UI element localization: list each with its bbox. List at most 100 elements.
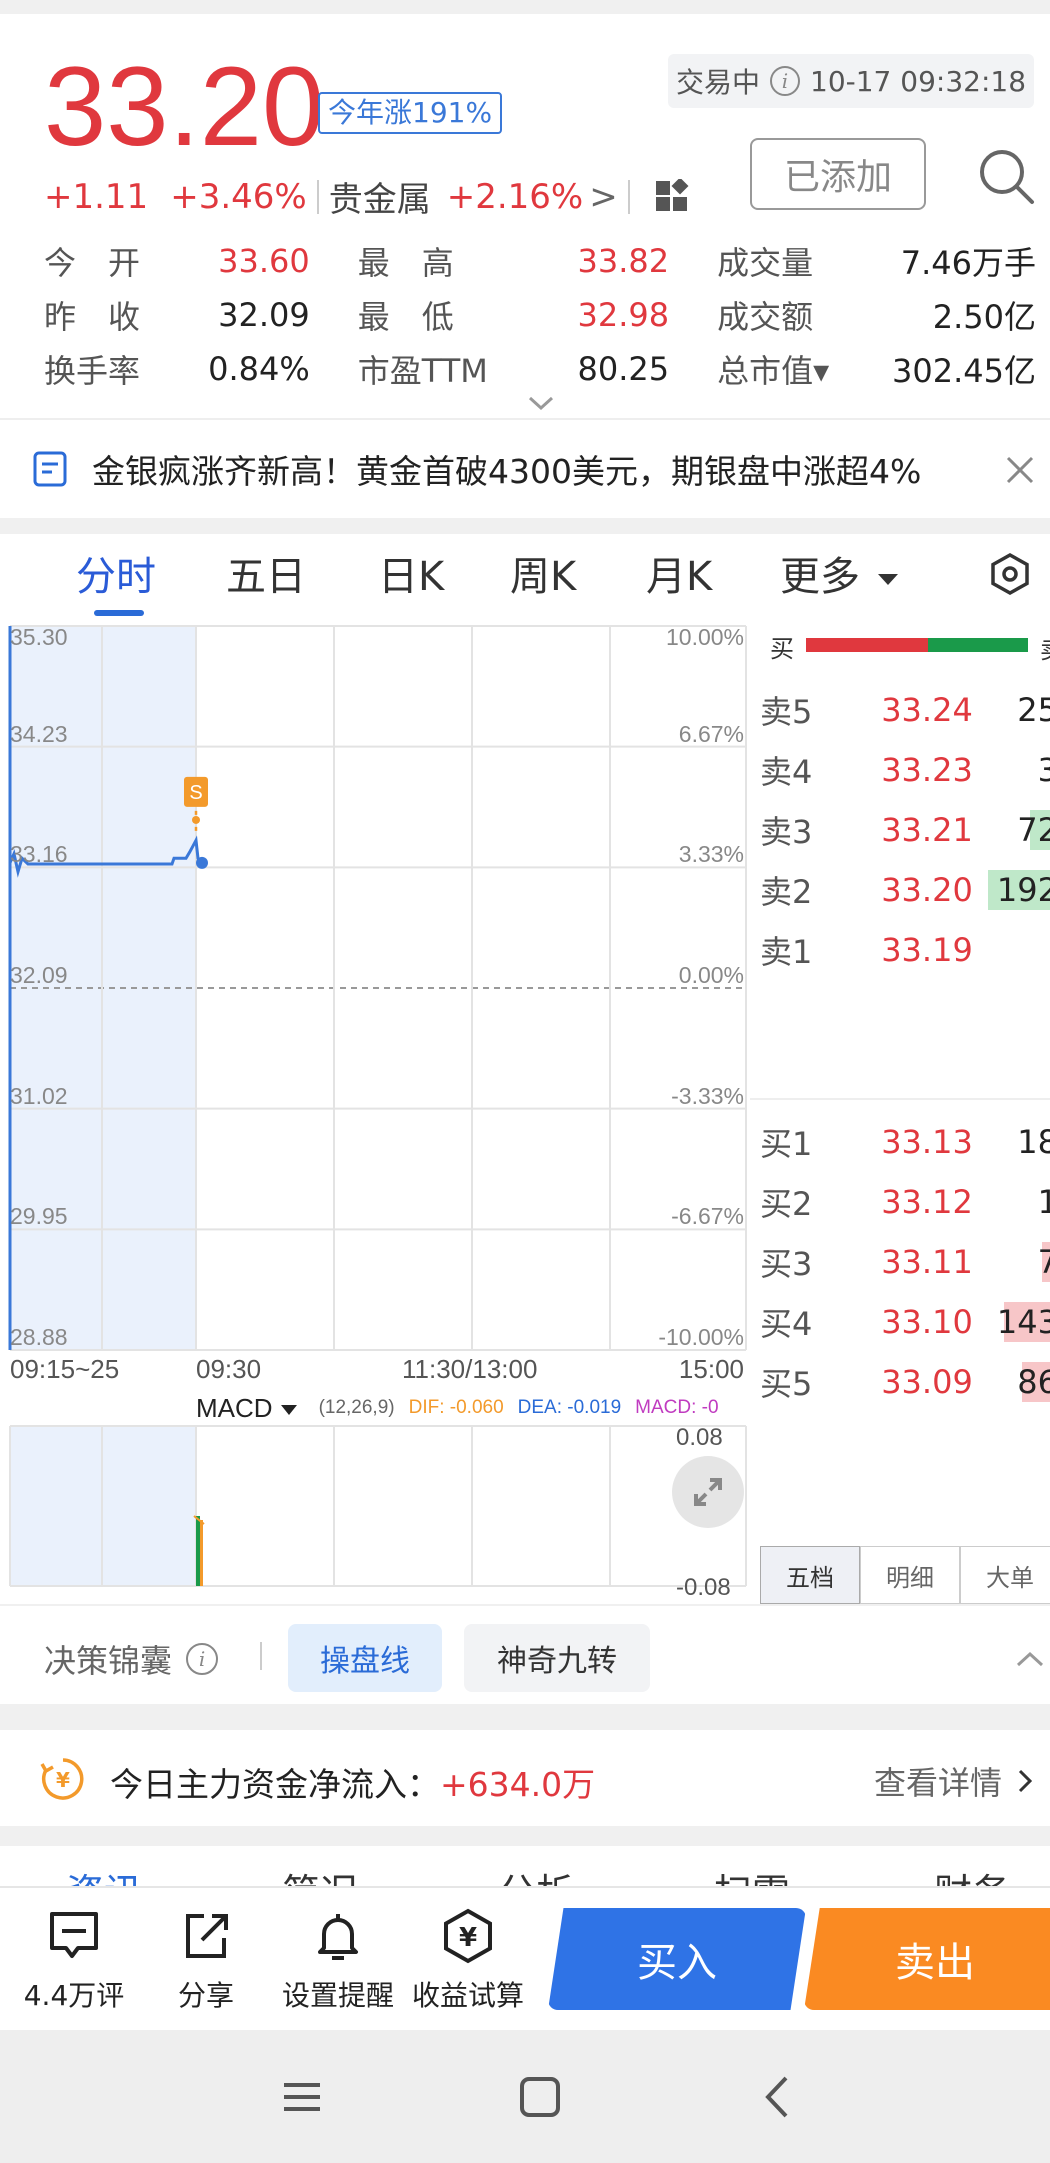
percent-tick-label: -10.00% [658,1324,744,1350]
book-tab-five-levels[interactable]: 五档 [760,1546,860,1604]
stat-value: 2.50亿 [932,298,1037,336]
tab-daily-k[interactable]: 日K [378,544,444,602]
chip-magic-nine[interactable]: 神奇九转 [464,1624,650,1692]
chip-trading-line[interactable]: 操盘线 [288,1624,442,1692]
share-icon [186,1914,228,1958]
buy-button[interactable]: 买入 [548,1908,806,2010]
settings-hexagon-icon[interactable] [988,552,1032,596]
level-price: 33.12 [881,1183,973,1221]
book-tab-large-orders[interactable]: 大单 [960,1546,1050,1604]
system-nav-bar [0,2030,1050,2163]
close-icon[interactable] [1004,454,1036,486]
fullscreen-button[interactable] [672,1456,744,1528]
news-document-icon [33,451,67,487]
level-label: 买3 [760,1245,813,1283]
stat-value: 302.45亿 [892,352,1037,390]
capital-flow-text: 今日主力资金净流入：+634.0万 [110,1758,595,1806]
price-tick-label: 31.02 [10,1082,68,1109]
subtab-news[interactable]: 资讯 [66,1862,142,1888]
added-watchlist-button[interactable]: 已添加 [750,138,926,210]
sector-arrow[interactable]: > [589,177,618,217]
percent-tick-label: 10.00% [665,624,744,650]
svg-text:¥: ¥ [459,1923,477,1953]
search-icon[interactable] [976,146,1036,206]
ask-level-row[interactable]: 卖4 33.23 3 [750,740,1050,800]
quote-datetime: 10-17 09:32:18 [810,64,1027,98]
sell-button[interactable]: 卖出 [804,1908,1050,2010]
bid-level-row[interactable]: 买5 33.09 86 [750,1352,1050,1412]
tab-weekly-k[interactable]: 周K [510,544,576,602]
comments-label: 4.4万评 [23,1979,125,2012]
sector-name[interactable]: 贵金属 [329,172,431,221]
indicator-select[interactable]: MACD [196,1393,297,1424]
info-icon[interactable]: i [186,1643,219,1675]
sector-change[interactable]: +2.16% [447,177,584,217]
bell-icon [318,1914,358,1960]
intraday-chart[interactable]: S 35.30 34.23 33.16 32.09 31.02 29.95 28.88 10… [0,624,750,1604]
ask-level-row[interactable]: 卖5 33.24 25 [750,680,1050,740]
subtab-analysis[interactable]: 分析 [498,1862,574,1888]
share-button[interactable]: 分享 [146,1908,266,2014]
stats-row: 昨 收 32.09 最 低 32.98 成交额 2.50亿 [44,288,1036,342]
comments-button[interactable]: 4.4万评 [14,1908,134,2014]
set-alert-button[interactable]: 设置提醒 [278,1908,398,2014]
stat-cell: 今 开 33.60 [44,238,310,284]
last-price-dot [196,856,208,869]
sector-grid-icon[interactable] [654,178,690,215]
current-price: 33.20 [44,44,325,169]
tab-intraday[interactable]: 分时 [76,544,156,602]
stat-label: 总市值▾ [717,352,830,390]
stat-value: 32.98 [577,296,670,334]
info-icon[interactable]: i [770,66,800,96]
expand-icon [694,1478,722,1506]
book-tab-details[interactable]: 明细 [860,1546,960,1604]
news-banner[interactable]: 金银疯涨齐新高！黄金首破4300美元，期银盘中涨超4% [0,418,1050,518]
capital-flow-row[interactable]: ¥ 今日主力资金净流入：+634.0万 查看详情 [0,1730,1050,1826]
stat-cell: 换手率 0.84% [44,346,310,392]
capital-flow-label: 今日主力资金净流入： [110,1765,440,1804]
level-price: 33.23 [881,751,973,789]
menu-icon[interactable] [272,2070,332,2124]
bottom-action-bar: 4.4万评 分享 设置提醒 ¥ 收益试算 买入 卖出 [0,1886,1050,2030]
stat-value: 7.46万手 [900,244,1037,282]
bid-level-row[interactable]: 买1 33.13 18 [750,1112,1050,1172]
active-tab-indicator [94,610,144,616]
back-icon[interactable] [748,2070,808,2124]
level-volume: 86 [1017,1363,1050,1401]
level-price: 33.09 [881,1363,973,1401]
ask-level-row[interactable]: 卖2 33.20 192 [750,860,1050,920]
level-label: 卖4 [760,753,813,791]
ask-level-row[interactable]: 卖3 33.21 72 [750,800,1050,860]
view-details-link[interactable]: 查看详情 [874,1758,1032,1804]
macd-bar [196,1516,200,1586]
book-tabs: 五档 明细 大单 [760,1546,1050,1604]
bid-level-row[interactable]: 买4 33.10 143 [750,1292,1050,1352]
tab-monthly-k[interactable]: 月K [646,544,712,602]
tab-more[interactable]: 更多 [780,544,898,602]
profit-calc-button[interactable]: ¥ 收益试算 [408,1908,528,2014]
level-volume: 18 [1017,1123,1050,1161]
order-book: 买 卖 卖5 33.24 25 卖4 33.23 3 卖3 33.21 72 卖2 33.20 192… [750,624,1050,1604]
chart-canvas[interactable]: S [0,624,750,1604]
level-volume: 7 [1037,1243,1050,1281]
status-text: 交易中 [675,66,760,99]
news-headline[interactable]: 金银疯涨齐新高！黄金首破4300美元，期银盘中涨超4% [92,445,921,493]
tab-five-day[interactable]: 五日 [226,544,306,602]
stat-cell: 昨 收 32.09 [44,292,310,338]
level-volume: 25 [1017,691,1050,729]
stat-label: 成交量 [717,244,814,282]
profit-calc-label: 收益试算 [411,1979,524,2012]
chevron-up-icon[interactable] [1016,1650,1044,1668]
home-square-icon[interactable] [510,2070,570,2124]
macd-min-label: -0.08 [676,1574,731,1601]
subtab-profile[interactable]: 简况 [282,1862,358,1888]
macd-bar [200,1520,203,1586]
chevron-down-icon[interactable] [528,394,554,412]
level-price: 33.13 [881,1123,973,1161]
bid-level-row[interactable]: 买3 33.11 7 [750,1232,1050,1292]
ask-level-row[interactable]: 卖1 33.19 [750,920,1050,980]
bid-level-row[interactable]: 买2 33.12 1 [750,1172,1050,1232]
percent-tick-label: 6.67% [678,720,744,747]
subtab-finance[interactable]: 财务 [934,1862,1010,1888]
subtab-risk-scan[interactable]: 扫雷 [714,1862,790,1888]
